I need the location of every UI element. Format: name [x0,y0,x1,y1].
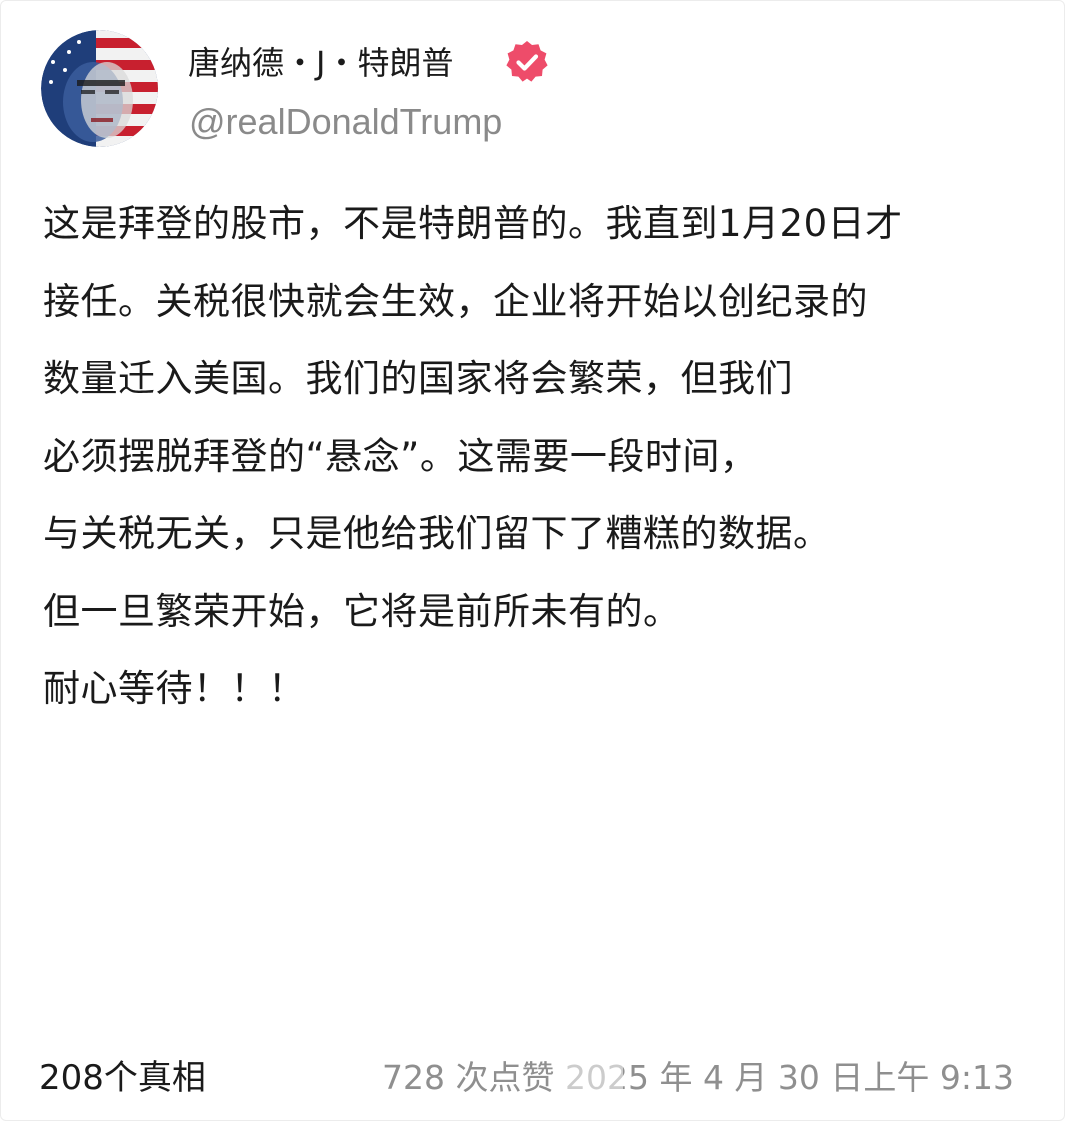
post-card: 唐纳德・J・特朗普 @realDonaldTrump 这是拜登的股市，不是特朗普… [0,0,1065,1121]
post-body: 这是拜登的股市，不是特朗普的。我直到1月20日才 接任。关税很快就会生效，企业将… [43,185,1033,728]
post-text-line: 但一旦繁荣开始，它将是前所未有的。 [43,589,681,633]
user-handle[interactable]: @realDonaldTrump [189,99,502,145]
post-text-line: 必须摆脱拜登的“悬念”。这需要一段时间， [43,434,758,478]
post-text-line: 这是拜登的股市，不是特朗普的。我直到1月20日才 [43,202,903,245]
post-text-line: 接任。关税很快就会生效，企业将开始以创纪录的 [43,279,868,323]
post-text-line: 数量迁入美国。我们的国家将会繁荣，但我们 [43,357,793,400]
post-text-line: 耐心等待！！！ [43,667,306,710]
post-footer: 208个真相 728 次点赞 2025 年 4 月 30 日上午 9:13 [1,1051,1064,1107]
user-avatar[interactable] [41,30,158,147]
avatar-portrait-icon [41,30,158,147]
post-meta-timestamp: 728 次点赞 2025 年 4 月 30 日上午 9:13 [382,1058,1014,1097]
post-text-line: 与关税无关，只是他给我们留下了糟糕的数据。 [43,512,831,555]
verified-badge-icon [504,39,550,85]
truth-count-link[interactable]: 208个真相 [39,1051,206,1105]
watermark-overlay [557,1053,623,1103]
user-display-name[interactable]: 唐纳德・J・特朗普 [188,41,453,85]
